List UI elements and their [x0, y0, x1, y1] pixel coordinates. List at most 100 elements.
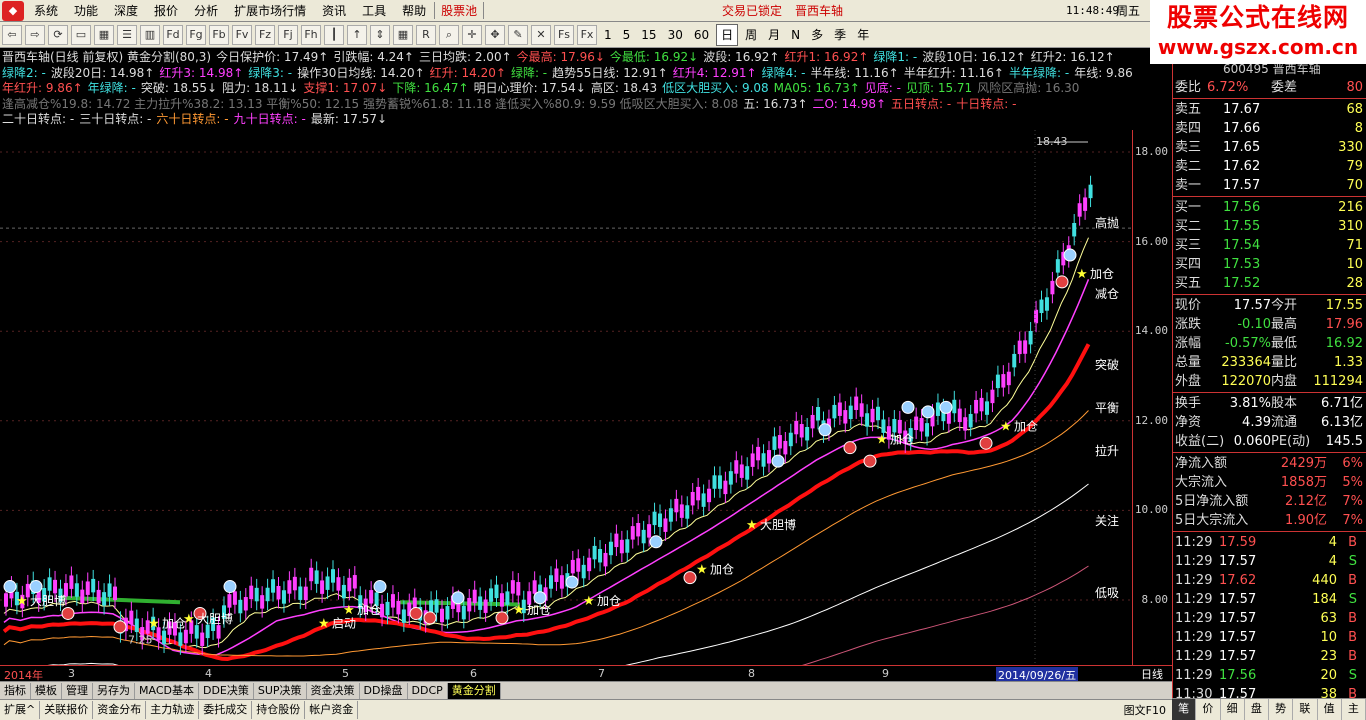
app-logo-icon[interactable]: ◆ [2, 0, 24, 21]
tick-side: S [1348, 668, 1357, 683]
fb-icon[interactable]: Fb [209, 24, 229, 45]
up-arrow-icon[interactable]: ↑ [347, 24, 367, 45]
quote-label: 最低 [1271, 336, 1298, 351]
indicator-tab[interactable]: DDE决策 [199, 682, 254, 699]
fund-label: PE(动) [1271, 434, 1311, 449]
candle-body [445, 606, 450, 620]
fs-icon[interactable]: Fs [554, 24, 574, 45]
panel-tab[interactable]: 联 [1293, 699, 1318, 720]
grid4-icon[interactable]: ▦ [393, 24, 413, 45]
indicator-tab[interactable]: DD操盘 [360, 682, 408, 699]
title-stock-name: 晋西车轴 [795, 4, 844, 18]
window-icon[interactable]: ▭ [71, 24, 91, 45]
indicator-tab[interactable]: 黄金分割 [447, 682, 501, 699]
candle-body [102, 592, 107, 606]
header-line5: 二十日转点: - 三十日转点: - 六十日转点: - 九十日转点: - 最新: 17.5… [2, 112, 1132, 128]
cross-icon[interactable]: ✛ [462, 24, 482, 45]
candle-body [281, 590, 286, 604]
function-tab[interactable]: 关联报价 [40, 701, 94, 719]
period-7[interactable]: 月 [764, 25, 784, 45]
move-icon[interactable]: ✥ [485, 24, 505, 45]
fz-icon[interactable]: Fz [255, 24, 275, 45]
indicator-tab[interactable]: 另存为 [93, 682, 135, 699]
flow-label: 净流入额 [1175, 456, 1228, 471]
fv-icon[interactable]: Fv [232, 24, 252, 45]
function-tab[interactable]: 扩展^ [0, 701, 41, 719]
scale-icon[interactable]: ⇕ [370, 24, 390, 45]
panel-tab[interactable]: 势 [1269, 699, 1294, 720]
candle-body [979, 397, 984, 412]
indicator-tab[interactable]: 指标 [0, 682, 31, 699]
x-icon[interactable]: ✕ [531, 24, 551, 45]
period-5[interactable]: 日 [716, 23, 739, 46]
indicator-tab[interactable]: MACD基本 [135, 682, 199, 699]
time-label: 6 [470, 667, 477, 680]
menu-analysis[interactable]: 分析 [186, 0, 226, 22]
fx-icon[interactable]: Fx [577, 24, 597, 45]
menu-function[interactable]: 功能 [66, 0, 106, 22]
function-tab[interactable]: 主力轨迹 [146, 701, 200, 719]
function-tab[interactable]: 帐户资金 [305, 701, 359, 719]
panel-tab[interactable]: 细 [1221, 699, 1245, 720]
period-3[interactable]: 30 [664, 25, 687, 45]
chart-icon[interactable]: ▥ [140, 24, 160, 45]
ask-label: 卖一 [1175, 178, 1202, 193]
indicator-tab[interactable]: 模板 [31, 682, 62, 699]
indicator-tab[interactable]: SUP决策 [254, 682, 307, 699]
magnify-icon[interactable]: ⌕ [439, 24, 459, 45]
list-icon[interactable]: ☰ [117, 24, 137, 45]
panel-tab[interactable]: 值 [1318, 699, 1342, 720]
menu-quotes[interactable]: 报价 [146, 0, 186, 22]
menu-tools[interactable]: 工具 [354, 0, 394, 22]
menu-system[interactable]: 系统 [26, 0, 66, 22]
f10-button[interactable]: 图文F10 [1124, 702, 1172, 718]
period-label: 日线 [1132, 665, 1172, 681]
bid-label: 买三 [1175, 238, 1202, 253]
candle-icon[interactable]: ┃ [324, 24, 344, 45]
stock-pool-button[interactable]: 股票池 [434, 2, 485, 19]
period-6[interactable]: 周 [741, 25, 761, 45]
panel-tab[interactable]: 盘 [1245, 699, 1269, 720]
fd-icon[interactable]: Fd [163, 24, 183, 45]
back-icon[interactable]: ⇦ [2, 24, 22, 45]
fg-icon[interactable]: Fg [186, 24, 206, 45]
candle-body [85, 581, 90, 595]
indicator-tab[interactable]: 管理 [62, 682, 93, 699]
rsi-icon[interactable]: R [416, 24, 436, 45]
clock: 11:48:49 [1066, 4, 1119, 17]
header-value: 操作30日均线: 14.20↑ [297, 65, 425, 80]
forward-icon[interactable]: ⇨ [25, 24, 45, 45]
period-1[interactable]: 5 [619, 25, 635, 45]
fj-icon[interactable]: Fj [278, 24, 298, 45]
candle-body [1077, 203, 1082, 217]
function-tab[interactable]: 委托成交 [199, 701, 253, 719]
trade-lock-status[interactable]: 交易已锁定 [722, 2, 782, 19]
kline-chart[interactable]: 18.437.25★ 加仓★ 大胆博★ 加仓 ★ 加仓★ 加仓★ 加仓★ 大胆博★ 加仓★ 加仓★ 加… [0, 130, 1132, 665]
candle-body [1012, 353, 1017, 368]
period-11[interactable]: 年 [853, 25, 873, 45]
menu-extended-market[interactable]: 扩展市场行情 [226, 0, 314, 22]
indicator-tab[interactable]: DDCP [408, 682, 448, 699]
period-2[interactable]: 15 [637, 25, 660, 45]
refresh-icon[interactable]: ⟳ [48, 24, 68, 45]
header-value: 晋西车轴(日线 前复权) 黄金分割(80,3) [2, 50, 212, 64]
candle-body [625, 539, 630, 553]
menu-news[interactable]: 资讯 [314, 0, 354, 22]
period-4[interactable]: 60 [690, 25, 713, 45]
indicator-tab[interactable]: 资金决策 [307, 682, 360, 699]
fh-icon[interactable]: Fh [301, 24, 321, 45]
period-9[interactable]: 多 [807, 25, 827, 45]
function-tab[interactable]: 持仓股份 [252, 701, 306, 719]
pencil-icon[interactable]: ✎ [508, 24, 528, 45]
grid-icon[interactable]: ▦ [94, 24, 114, 45]
menu-depth[interactable]: 深度 [106, 0, 146, 22]
function-tab[interactable]: 资金分布 [93, 701, 147, 719]
panel-tab[interactable]: 主 [1342, 699, 1366, 720]
menu-help[interactable]: 帮助 [394, 0, 434, 22]
period-8[interactable]: N [787, 25, 804, 45]
panel-tab[interactable]: 价 [1196, 699, 1221, 720]
period-0[interactable]: 1 [600, 25, 616, 45]
period-10[interactable]: 季 [830, 25, 850, 45]
panel-tab[interactable]: 笔 [1172, 699, 1197, 720]
header-value: 风险区高抛: 16.30 [977, 81, 1080, 95]
